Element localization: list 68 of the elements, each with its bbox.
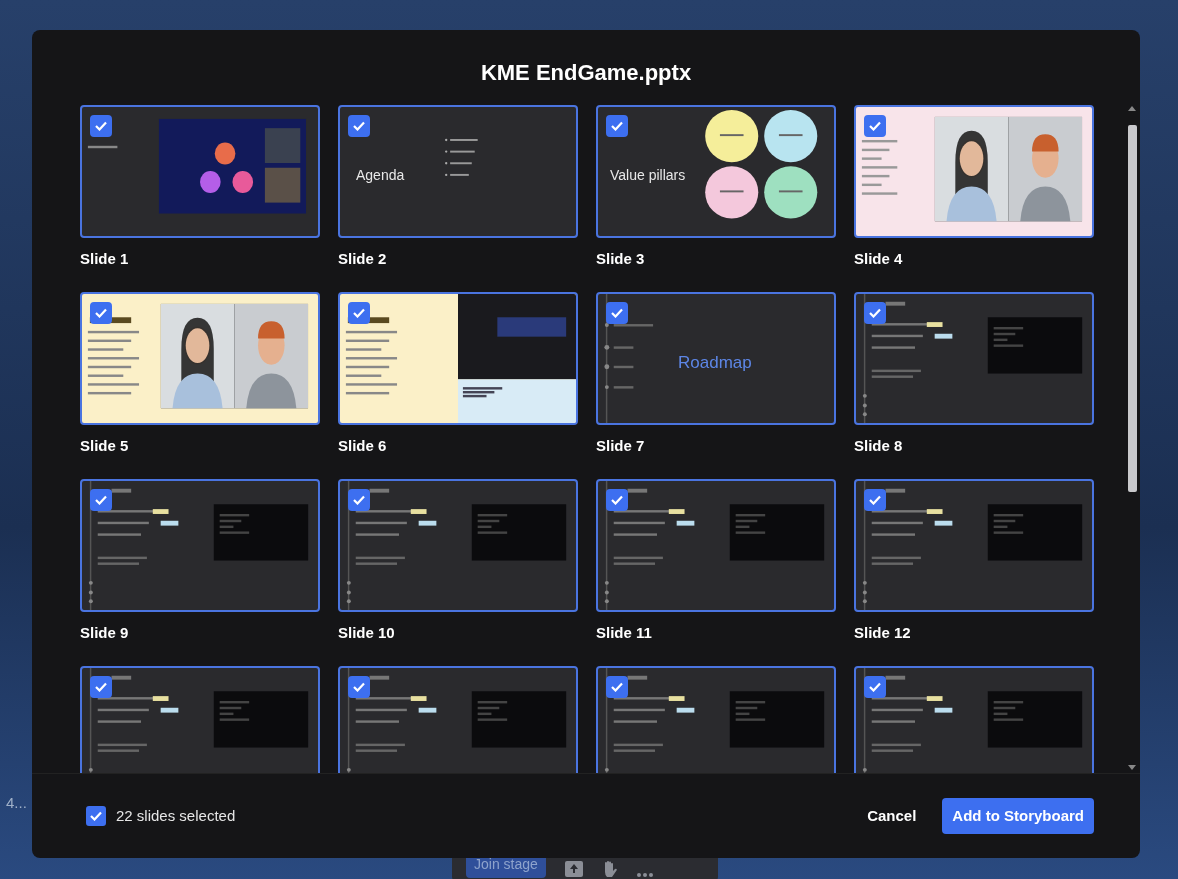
slide-drawing	[861, 140, 898, 195]
check-icon	[95, 308, 107, 318]
slide-checkbox[interactable]	[864, 302, 886, 324]
check-icon	[95, 121, 107, 131]
slide-label: Slide 8	[854, 436, 904, 456]
more-icon[interactable]	[635, 872, 654, 878]
slide-label: Slide 2	[338, 249, 388, 269]
slide-checkbox[interactable]	[606, 676, 628, 698]
slide-checkbox[interactable]	[606, 489, 628, 511]
check-icon	[869, 682, 881, 692]
slide-thumbnail[interactable]	[854, 105, 1094, 238]
check-icon	[611, 682, 623, 692]
check-icon	[611, 308, 623, 318]
slide-checkbox[interactable]	[90, 302, 112, 324]
slide-label: Slide 6	[338, 436, 388, 456]
slide-label: Slide 12	[854, 623, 912, 643]
selection-count: 22 slides selected	[116, 805, 236, 826]
slide-heading: Roadmap	[678, 352, 752, 374]
slide-label: Slide 11	[596, 623, 653, 643]
slide-heading: Value pillars	[610, 166, 686, 185]
cancel-button[interactable]: Cancel	[861, 803, 923, 829]
check-icon	[611, 121, 623, 131]
check-icon	[353, 682, 365, 692]
slide-heading: Agenda	[356, 166, 405, 185]
check-icon	[869, 121, 881, 131]
slide-checkbox[interactable]	[348, 676, 370, 698]
slide-checkbox[interactable]	[864, 676, 886, 698]
scroll-thumb[interactable]	[1127, 125, 1137, 492]
slide-label: Slide 5	[80, 436, 130, 456]
slide-checkbox[interactable]	[606, 302, 628, 324]
slide-checkbox[interactable]	[864, 115, 886, 137]
slide-label: Slide 10	[338, 623, 396, 643]
slide-checkbox[interactable]	[864, 489, 886, 511]
check-icon	[869, 495, 881, 505]
slide-thumbnail[interactable]: Agenda	[338, 105, 578, 238]
scroll-down-icon[interactable]	[1128, 765, 1136, 771]
add-to-storyboard-button[interactable]: Add to Storyboard	[942, 797, 1094, 835]
slide-checkbox[interactable]	[348, 115, 370, 137]
slide-checkbox[interactable]	[90, 489, 112, 511]
slide-label: Slide 9	[80, 623, 130, 643]
truncated-label: 4...	[6, 793, 27, 813]
slide-checkbox[interactable]	[90, 676, 112, 698]
check-icon	[95, 495, 107, 505]
check-icon	[95, 682, 107, 692]
check-icon	[353, 121, 365, 131]
check-icon	[869, 308, 881, 318]
slide-checkbox[interactable]	[90, 115, 112, 137]
slide-thumbnail[interactable]	[80, 105, 320, 238]
slide-thumbnail[interactable]	[80, 292, 320, 425]
slide-checkbox[interactable]	[348, 489, 370, 511]
dialog-title: KME EndGame.pptx	[479, 59, 693, 87]
select-all-checkbox[interactable]	[86, 806, 106, 826]
check-icon	[353, 308, 365, 318]
slide-checkbox[interactable]	[606, 115, 628, 137]
slide-label: Slide 7	[596, 436, 646, 456]
slide-drawing	[87, 145, 118, 149]
check-icon	[353, 495, 365, 505]
slide-thumbnail[interactable]: Value pillars	[596, 105, 836, 238]
slide-label: Slide 3	[596, 249, 646, 269]
scroll-up-icon[interactable]	[1128, 105, 1136, 111]
slide-thumbnail[interactable]: Roadmap	[596, 292, 836, 425]
slide-label: Slide 1	[80, 249, 130, 269]
slide-label: Slide 4	[854, 249, 904, 269]
slide-drawing	[445, 138, 478, 177]
slide-checkbox[interactable]	[348, 302, 370, 324]
check-icon	[611, 495, 623, 505]
share-icon[interactable]	[563, 860, 584, 878]
check-icon	[90, 811, 102, 821]
